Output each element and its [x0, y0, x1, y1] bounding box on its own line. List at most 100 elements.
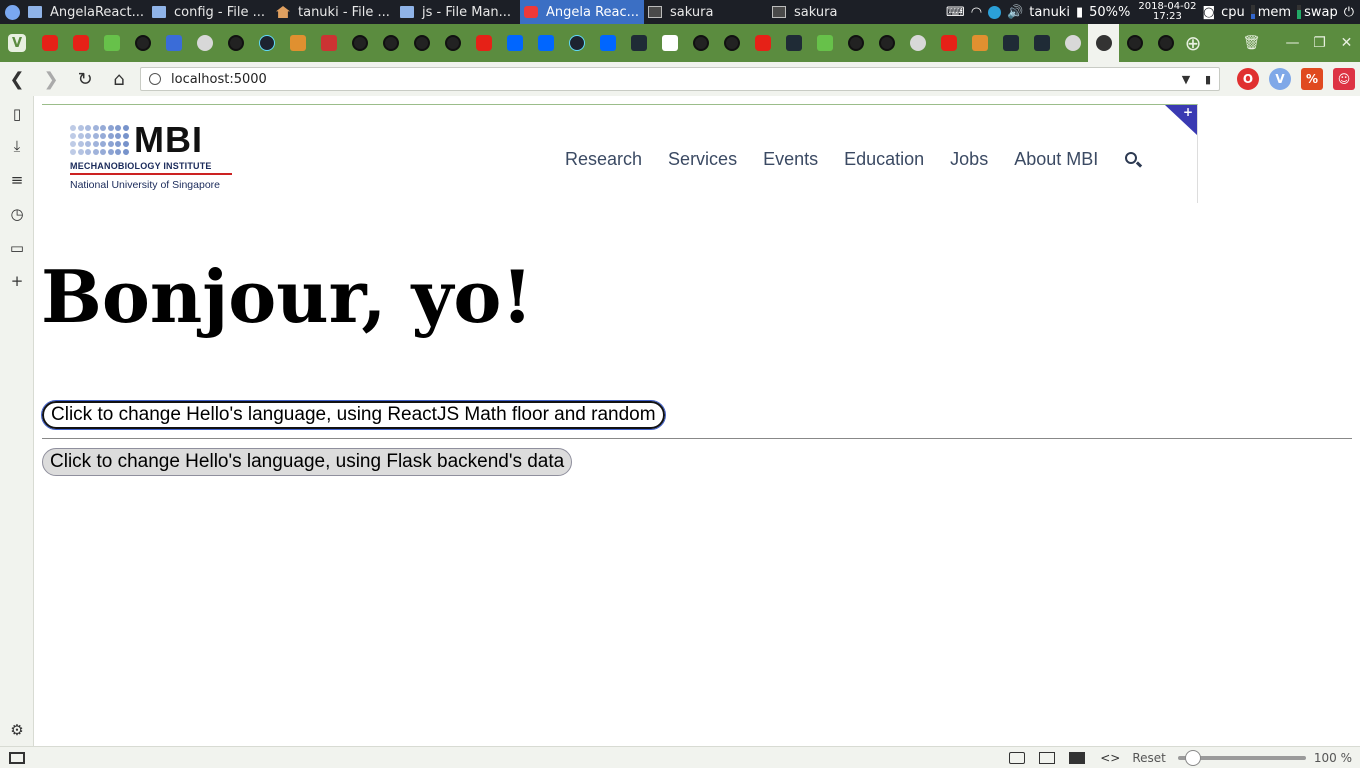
- task-config-folder[interactable]: config - File ...: [148, 0, 272, 24]
- address-bar[interactable]: ▼ ▮: [140, 67, 1220, 91]
- mbi-logo[interactable]: MBI MECHANOBIOLOGY INSTITUTE National Un…: [70, 119, 235, 193]
- tab-zhihu[interactable]: [530, 24, 561, 62]
- tab-github[interactable]: [840, 24, 871, 62]
- change-language-flask-button[interactable]: Click to change Hello's language, using …: [42, 448, 573, 476]
- downloads-panel-icon[interactable]: ⤓: [7, 136, 27, 156]
- telegram-icon[interactable]: [988, 5, 1002, 19]
- change-language-random-button[interactable]: Click to change Hello's language, using …: [41, 400, 666, 430]
- zoom-slider[interactable]: [1177, 750, 1306, 766]
- zoom-slider-thumb[interactable]: [1185, 750, 1202, 766]
- extension-icon[interactable]: %: [1301, 68, 1323, 90]
- tab-site[interactable]: [809, 24, 840, 62]
- screenshot-icon[interactable]: ◙: [1202, 5, 1215, 20]
- tab-site[interactable]: [282, 24, 313, 62]
- task-tanuki-folder[interactable]: tanuki - File ...: [272, 0, 396, 24]
- url-input[interactable]: [171, 71, 1175, 87]
- tab-active-localhost[interactable]: [1088, 24, 1119, 62]
- zoom-reset-button[interactable]: Reset: [1132, 751, 1166, 765]
- opera-adblock-icon[interactable]: O: [1237, 68, 1259, 90]
- task-js-folder[interactable]: js - File Man...: [396, 0, 520, 24]
- nav-events[interactable]: Events: [763, 149, 818, 170]
- tab-youtube[interactable]: [468, 24, 499, 62]
- nav-services[interactable]: Services: [668, 149, 737, 170]
- task-label: js - File Man...: [422, 4, 512, 20]
- corner-expand-tab[interactable]: +: [1165, 105, 1197, 135]
- tab-github[interactable]: [406, 24, 437, 62]
- clock[interactable]: 2018-04-02 17:23: [1138, 2, 1196, 22]
- power-plug-icon[interactable]: ⏻: [1344, 5, 1354, 20]
- tab-react[interactable]: [561, 24, 592, 62]
- chevron-favicon-icon: [289, 35, 306, 51]
- tab-youtube-muted[interactable]: [933, 24, 964, 62]
- task-browser-window[interactable]: Angela Reac...: [520, 0, 644, 24]
- tab-github[interactable]: [716, 24, 747, 62]
- history-panel-icon[interactable]: ◷: [7, 204, 27, 224]
- nav-about-mbi[interactable]: About MBI: [1014, 149, 1098, 170]
- vue-devtools-icon[interactable]: V: [1269, 68, 1291, 90]
- tab-site[interactable]: [96, 24, 127, 62]
- add-web-panel-icon[interactable]: +: [7, 271, 27, 291]
- images-toggle-icon[interactable]: [1069, 752, 1086, 764]
- tab-youtube[interactable]: [65, 24, 96, 62]
- forward-button[interactable]: ❯: [34, 62, 68, 96]
- vivaldi-menu-button[interactable]: V: [0, 24, 34, 62]
- extension-icon[interactable]: ☺: [1333, 68, 1355, 90]
- tile-tabs-icon[interactable]: [1039, 752, 1056, 764]
- settings-gear-icon[interactable]: ⚙: [7, 720, 27, 740]
- tab-github[interactable]: [437, 24, 468, 62]
- tab-dev[interactable]: [1026, 24, 1057, 62]
- search-icon[interactable]: [1124, 151, 1143, 169]
- task-sakura-terminal-2[interactable]: sakura: [768, 0, 892, 24]
- panel-toggle-icon[interactable]: [9, 752, 25, 764]
- page-actions-icon[interactable]: <>: [1100, 751, 1120, 765]
- bookmark-icon[interactable]: ▮: [1197, 73, 1219, 86]
- minimize-button[interactable]: —: [1279, 35, 1306, 51]
- trash-icon[interactable]: 🗑: [1238, 35, 1265, 51]
- tab-github[interactable]: [220, 24, 251, 62]
- tab-npm[interactable]: [313, 24, 344, 62]
- maximize-button[interactable]: ❐: [1306, 35, 1333, 51]
- site-info-icon[interactable]: [149, 73, 161, 85]
- volume-icon[interactable]: 🔊: [1007, 5, 1023, 20]
- tab-react[interactable]: [251, 24, 282, 62]
- os-menu-button[interactable]: [0, 0, 24, 24]
- tab-github[interactable]: [375, 24, 406, 62]
- tab-youtube[interactable]: [34, 24, 65, 62]
- tab-github[interactable]: [1119, 24, 1150, 62]
- tab-github[interactable]: [685, 24, 716, 62]
- wifi-icon[interactable]: ◠: [971, 5, 982, 20]
- tab-site[interactable]: [654, 24, 685, 62]
- tab-site[interactable]: [902, 24, 933, 62]
- tab-github[interactable]: [1150, 24, 1181, 62]
- tab-medium[interactable]: [623, 24, 654, 62]
- capture-page-icon[interactable]: [1009, 752, 1026, 764]
- tab-site[interactable]: [189, 24, 220, 62]
- nav-research[interactable]: Research: [565, 149, 642, 170]
- new-tab-button[interactable]: ⊕: [1181, 24, 1205, 62]
- bookmarks-panel-icon[interactable]: ▯: [7, 104, 27, 124]
- tab-site[interactable]: [778, 24, 809, 62]
- close-button[interactable]: ✕: [1333, 35, 1360, 51]
- task-angelareact-folder[interactable]: AngelaReact...: [24, 0, 148, 24]
- window-panel-icon[interactable]: ▭: [7, 238, 27, 258]
- tab-site[interactable]: [964, 24, 995, 62]
- tab-zhihu[interactable]: [499, 24, 530, 62]
- home-button[interactable]: ⌂: [102, 62, 136, 96]
- back-button[interactable]: ❮: [0, 62, 34, 96]
- notes-panel-icon[interactable]: ≡: [7, 170, 27, 190]
- nav-education[interactable]: Education: [844, 149, 924, 170]
- tab-youtube[interactable]: [747, 24, 778, 62]
- keyboard-icon[interactable]: ⌨: [946, 5, 965, 20]
- nav-jobs[interactable]: Jobs: [950, 149, 988, 170]
- tab-site[interactable]: [1057, 24, 1088, 62]
- tab-github[interactable]: [127, 24, 158, 62]
- tab-site[interactable]: [995, 24, 1026, 62]
- tab-infoq[interactable]: [158, 24, 189, 62]
- task-sakura-terminal-1[interactable]: sakura: [644, 0, 768, 24]
- dropdown-arrow-icon[interactable]: ▼: [1175, 73, 1197, 86]
- tab-github[interactable]: [344, 24, 375, 62]
- site-favicon-icon: [103, 35, 120, 51]
- reload-button[interactable]: ↻: [68, 62, 102, 96]
- tab-github[interactable]: [871, 24, 902, 62]
- tab-zhihu[interactable]: [592, 24, 623, 62]
